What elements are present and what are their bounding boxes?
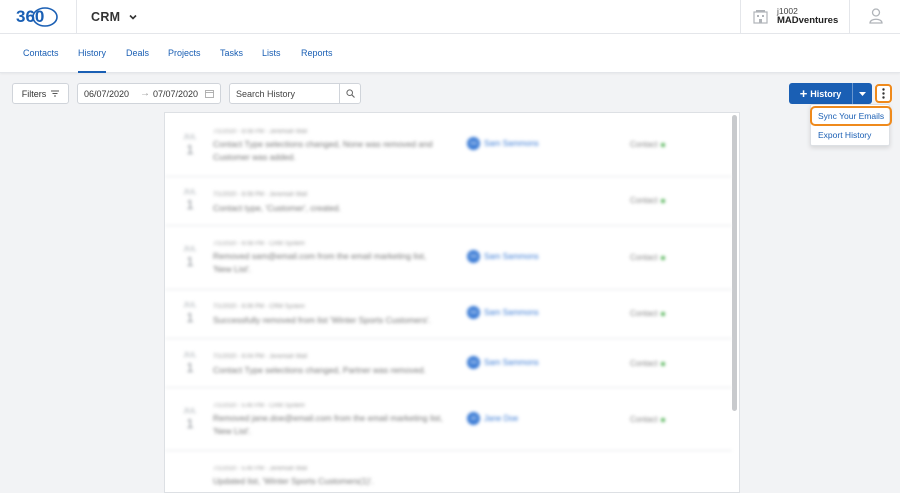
logo-360-icon[interactable]: 360: [16, 5, 58, 27]
status-dot: [660, 417, 665, 422]
date-to[interactable]: 07/07/2020: [153, 89, 198, 99]
history-row[interactable]: JUL 1 7/1/2020 - 6:08 PM - CRM System Re…: [165, 226, 732, 290]
building-icon: [753, 10, 768, 24]
row-type: Contact: [630, 253, 665, 262]
filters-label: Filters: [21, 88, 47, 99]
search-history: [229, 83, 361, 104]
app-name: CRM: [91, 9, 121, 24]
tab-lists[interactable]: Lists: [262, 34, 281, 73]
row-type: Contact: [630, 359, 665, 368]
avatar: SS: [467, 356, 480, 369]
row-contact[interactable]: SS Sam Sammons: [467, 137, 539, 150]
kebab-menu-icon: [882, 88, 885, 99]
main-nav: Contacts History Deals Projects Tasks Li…: [0, 34, 900, 73]
tab-contacts[interactable]: Contacts: [23, 34, 59, 73]
tab-deals[interactable]: Deals: [126, 34, 149, 73]
account-switcher[interactable]: j1002 MADventures: [740, 0, 850, 33]
row-description: Contact Type selections changed, Partner…: [213, 365, 426, 375]
more-options-menu: Sync Your Emails Export History: [810, 104, 892, 146]
history-row[interactable]: JUL 1 7/1/2020 - 6:06 PM - CRM System Su…: [165, 290, 732, 339]
top-header: 360 CRM j1002 MADventures: [0, 0, 900, 34]
export-history-menu-item[interactable]: Export History: [818, 130, 871, 140]
chevron-down-icon: [129, 14, 137, 20]
row-type: Contact: [630, 309, 665, 318]
calendar-icon[interactable]: [205, 89, 214, 98]
row-meta: 7/1/2020 - 6:08 PM - CRM System: [213, 241, 305, 247]
avatar: SS: [467, 250, 480, 263]
filters-button[interactable]: Filters: [12, 83, 69, 104]
account-name: MADventures: [777, 15, 839, 26]
more-options-button[interactable]: [875, 84, 892, 103]
status-dot: [660, 311, 665, 316]
row-date: JUL 1: [183, 408, 197, 431]
row-meta: 7/1/2020 - 5:40 PM - CRM System: [213, 403, 305, 409]
app-switcher[interactable]: CRM: [76, 0, 138, 33]
user-icon: [869, 8, 883, 24]
add-history-button: + History: [789, 83, 872, 104]
add-history-main[interactable]: + History: [789, 83, 852, 104]
row-contact[interactable]: SS Sam Sammons: [467, 356, 539, 369]
row-meta: 7/1/2020 - 6:04 PM - Jeremiah Wall: [213, 354, 308, 360]
plus-icon: +: [799, 86, 808, 101]
status-dot: [660, 142, 665, 147]
row-date: JUL 1: [183, 302, 197, 325]
search-input[interactable]: [230, 84, 339, 103]
filter-icon: [51, 90, 60, 97]
row-description: Successfully removed from list 'Winter S…: [213, 315, 431, 325]
row-description: Contact Type selections changed, None wa…: [213, 139, 433, 162]
caret-down-icon: [859, 91, 866, 96]
row-description: Updated list, 'Winter Sports Customers(1…: [213, 476, 374, 486]
date-arrow-icon: →: [140, 88, 150, 99]
date-range-picker[interactable]: 06/07/2020 → 07/07/2020: [77, 83, 221, 104]
tab-tasks[interactable]: Tasks: [220, 34, 243, 73]
user-menu[interactable]: [849, 0, 900, 33]
row-type: Contact: [630, 140, 665, 149]
history-row[interactable]: JUL 1 7/1/2020 - 8:08 PM - Jeremiah Wall…: [165, 177, 732, 226]
history-row[interactable]: JUL 1 7/1/2020 - 6:04 PM - Jeremiah Wall…: [165, 339, 732, 388]
row-date: JUL 1: [183, 134, 197, 157]
row-meta: 7/1/2020 - 5:40 PM - Jeremiah Wall: [213, 466, 308, 472]
search-button[interactable]: [339, 84, 360, 103]
row-contact[interactable]: JD Jane Doe: [467, 412, 518, 425]
history-row[interactable]: JUL 1 7/1/2020 - 5:40 PM - CRM System Re…: [165, 388, 732, 451]
row-description: Removed sam@email.com from the email mar…: [213, 251, 427, 274]
status-dot: [660, 198, 665, 203]
row-meta: 7/1/2020 - 8:08 PM - Jeremiah Wall: [213, 129, 308, 135]
row-type: Contact: [630, 415, 665, 424]
date-from[interactable]: 06/07/2020: [84, 89, 129, 99]
row-date: JUL 1: [183, 189, 197, 212]
row-type: Contact: [630, 196, 665, 205]
tab-projects[interactable]: Projects: [168, 34, 201, 73]
scrollbar[interactable]: [732, 115, 737, 411]
svg-text:360: 360: [16, 7, 44, 26]
tab-history[interactable]: History: [78, 34, 107, 73]
avatar: SS: [467, 137, 480, 150]
row-description: Contact type, 'Customer', created.: [213, 203, 341, 213]
status-dot: [660, 255, 665, 260]
add-history-dropdown[interactable]: [852, 83, 872, 104]
history-list: JUL 1 7/1/2020 - 8:08 PM - Jeremiah Wall…: [164, 112, 740, 493]
row-meta: 7/1/2020 - 8:08 PM - Jeremiah Wall: [213, 192, 308, 198]
row-date: JUL 1: [183, 246, 197, 269]
tab-reports[interactable]: Reports: [301, 34, 333, 73]
avatar: SS: [467, 306, 480, 319]
history-row[interactable]: JUL 1 7/1/2020 - 8:08 PM - Jeremiah Wall…: [165, 113, 732, 177]
avatar: JD: [467, 412, 480, 425]
add-history-label: History: [810, 88, 842, 99]
row-contact[interactable]: SS Sam Sammons: [467, 306, 539, 319]
row-meta: 7/1/2020 - 6:06 PM - CRM System: [213, 304, 305, 310]
status-dot: [660, 361, 665, 366]
row-description: Removed jane.doe@email.com from the emai…: [213, 413, 443, 436]
history-row[interactable]: 7/1/2020 - 5:40 PM - Jeremiah Wall Updat…: [165, 451, 732, 492]
row-contact[interactable]: SS Sam Sammons: [467, 250, 539, 263]
row-date: JUL 1: [183, 352, 197, 375]
search-icon: [345, 89, 355, 98]
sync-emails-menu-item[interactable]: Sync Your Emails: [810, 106, 892, 126]
